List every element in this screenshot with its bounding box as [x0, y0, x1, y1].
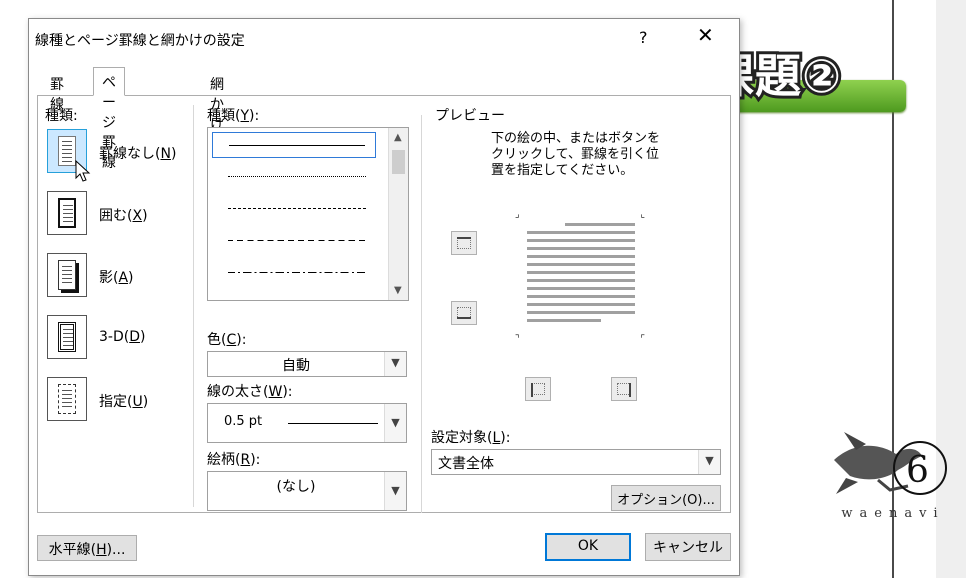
apply-to-value: 文書全体: [438, 456, 494, 472]
preview-text-line: [527, 319, 601, 322]
apply-to-label: 設定対象(L):: [431, 430, 511, 446]
width-label: 線の太さ(W):: [207, 384, 293, 400]
preview-text-line: [527, 287, 635, 290]
chevron-down-icon[interactable]: ▼: [384, 472, 406, 510]
corner-mark: ⌟: [515, 209, 520, 220]
preview-text-line: [527, 255, 635, 258]
preview-text-line: [527, 231, 635, 234]
color-label: 色(C):: [207, 332, 247, 348]
color-select[interactable]: 自動 ▼: [207, 351, 407, 377]
setting-none-button[interactable]: [47, 129, 91, 182]
svg-text:6: 6: [906, 450, 929, 491]
close-button[interactable]: ✕: [697, 25, 714, 45]
width-value: 0.5 pt: [224, 414, 263, 429]
setting-shadow-label[interactable]: 影(A): [99, 267, 134, 287]
page-icon: [58, 260, 76, 290]
scroll-down-icon[interactable]: ▼: [394, 285, 402, 296]
line-style-dash-dot[interactable]: [212, 260, 376, 286]
left-border-button[interactable]: [525, 377, 551, 401]
line-style-list[interactable]: ▲ ▼: [207, 127, 409, 301]
preview-text-line: [527, 247, 635, 250]
scroll-up-icon[interactable]: ▲: [394, 132, 402, 143]
setting-box-label[interactable]: 囲む(X): [99, 205, 148, 225]
width-sample-line: [288, 423, 378, 424]
setting-heading: 種類:: [45, 108, 78, 124]
setting-3d-button[interactable]: [47, 315, 87, 359]
preview-heading: プレビュー: [431, 105, 509, 125]
setting-custom-button[interactable]: [47, 377, 87, 421]
right-border-button[interactable]: [611, 377, 637, 401]
cancel-button[interactable]: キャンセル: [645, 533, 731, 561]
borders-and-shading-dialog: 線種とページ罫線と網かけの設定 ? ✕ 罫線 ページ罫線 網かけ 種類: 罫線な…: [28, 18, 740, 576]
chevron-down-icon[interactable]: ▼: [384, 404, 406, 442]
setting-shadow-button[interactable]: [47, 253, 87, 297]
page-icon: [58, 384, 76, 414]
chevron-down-icon[interactable]: ▼: [698, 450, 720, 474]
chevron-down-icon[interactable]: ▼: [384, 352, 406, 376]
color-value: 自動: [282, 358, 310, 374]
preview-text-line: [565, 223, 635, 226]
preview-page[interactable]: ⌟ ⌞ ⌝ ⌜: [515, 209, 645, 345]
preview-text-line: [527, 303, 635, 306]
preview-text-line: [527, 263, 635, 266]
art-label: 絵柄(R):: [207, 452, 261, 468]
corner-mark: ⌜: [640, 334, 645, 345]
column-divider: [193, 105, 194, 507]
corner-mark: ⌝: [515, 334, 520, 345]
help-button[interactable]: ?: [639, 28, 648, 47]
page-icon: [58, 322, 76, 352]
mouse-cursor-icon: [75, 160, 91, 182]
brand-name: waenavi: [841, 506, 945, 521]
page-icon: [58, 198, 76, 228]
preview-text-line: [527, 279, 635, 282]
art-select[interactable]: (なし) ▼: [207, 471, 407, 511]
tab-shading[interactable]: 網かけ: [201, 69, 233, 133]
bird-logo-icon: 6: [834, 432, 947, 495]
tab-borders[interactable]: 罫線: [41, 69, 73, 113]
dialog-title: 線種とページ罫線と網かけの設定: [35, 33, 245, 49]
preview-instructions: 下の絵の中、またはボタンを クリックして、罫線を引く位 置を指定してください。: [491, 131, 660, 179]
preview-text-line: [527, 239, 635, 242]
setting-custom-label[interactable]: 指定(U): [99, 391, 148, 411]
line-style-dotted[interactable]: [212, 164, 376, 190]
art-value: (なし): [276, 479, 316, 495]
horizontal-line-button[interactable]: 水平線(H)...: [37, 535, 137, 561]
style-heading: 種類(Y):: [207, 108, 260, 124]
bottom-border-button[interactable]: [451, 301, 477, 325]
preview-text-line: [527, 271, 635, 274]
tab-page-border[interactable]: ページ罫線: [93, 67, 125, 171]
preview-text-line: [527, 295, 635, 298]
setting-3d-label[interactable]: 3-D(D): [99, 329, 145, 345]
line-style-scrollbar[interactable]: ▲ ▼: [388, 128, 408, 300]
preview-instruction-line: 下の絵の中、またはボタンを: [491, 131, 661, 146]
line-style-dash[interactable]: [212, 228, 376, 254]
ok-button[interactable]: OK: [545, 533, 631, 561]
corner-mark: ⌞: [640, 209, 645, 220]
setting-box-button[interactable]: [47, 191, 87, 235]
scroll-thumb[interactable]: [392, 150, 405, 174]
top-border-button[interactable]: [451, 231, 477, 255]
options-button[interactable]: オプション(O)...: [611, 485, 721, 511]
width-select[interactable]: 0.5 pt ▼: [207, 403, 407, 443]
line-style-fine-dash[interactable]: [212, 196, 376, 222]
line-style-solid[interactable]: [212, 132, 376, 158]
preview-instruction-line: クリックして、罫線を引く位: [491, 147, 659, 162]
preview-text-line: [527, 311, 635, 314]
apply-to-select[interactable]: 文書全体 ▼: [431, 449, 721, 475]
preview-instruction-line: 置を指定してください。: [491, 163, 634, 178]
